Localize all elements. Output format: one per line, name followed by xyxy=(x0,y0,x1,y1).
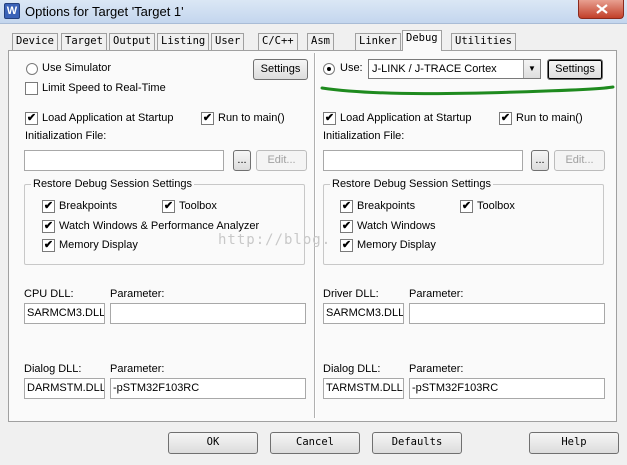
green-underline-annotation xyxy=(320,85,615,96)
left-restore-group-title: Restore Debug Session Settings xyxy=(31,178,194,190)
close-button[interactable] xyxy=(578,0,624,19)
right-browse-button[interactable]: ... xyxy=(531,150,549,171)
right-edit-button[interactable]: Edit... xyxy=(554,150,605,171)
left-init-file-input[interactable] xyxy=(24,150,224,171)
left-memory-checkbox[interactable]: ✔ xyxy=(42,239,55,252)
right-dialog-dll-input[interactable]: TARMSTM.DLL xyxy=(323,378,404,399)
tab-debug[interactable]: Debug xyxy=(402,30,442,51)
cpu-param-label: Parameter: xyxy=(110,288,165,300)
right-memory-label: Memory Display xyxy=(357,239,436,251)
simulator-settings-button[interactable]: Settings xyxy=(253,59,308,80)
left-watch-checkbox[interactable]: ✔ xyxy=(42,220,55,233)
left-dialog-dll-input[interactable]: DARMSTM.DLL xyxy=(24,378,105,399)
cpu-dll-input[interactable]: SARMCM3.DLL xyxy=(24,303,105,324)
left-dialog-param-label: Parameter: xyxy=(110,363,165,375)
right-dialog-param-input[interactable]: -pSTM32F103RC xyxy=(409,378,605,399)
left-toolbox-label: Toolbox xyxy=(179,200,217,212)
right-load-app-label: Load Application at Startup xyxy=(340,112,472,124)
right-dialog-param-label: Parameter: xyxy=(409,363,464,375)
left-run-to-main-label: Run to main() xyxy=(218,112,285,124)
driver-dll-input[interactable]: SARMCM3.DLL xyxy=(323,303,404,324)
tab-linker[interactable]: Linker xyxy=(355,33,401,50)
right-watch-label: Watch Windows xyxy=(357,220,436,232)
app-icon: W xyxy=(4,3,20,19)
cancel-button[interactable]: Cancel xyxy=(270,432,360,454)
help-button[interactable]: Help xyxy=(529,432,619,454)
right-watch-checkbox[interactable]: ✔ xyxy=(340,220,353,233)
right-run-to-main-label: Run to main() xyxy=(516,112,583,124)
left-load-app-label: Load Application at Startup xyxy=(42,112,174,124)
right-load-app-checkbox[interactable]: ✔ xyxy=(323,112,336,125)
right-restore-group-title: Restore Debug Session Settings xyxy=(330,178,493,190)
tab-output[interactable]: Output xyxy=(109,33,155,50)
use-simulator-label: Use Simulator xyxy=(42,62,112,74)
cpu-param-input[interactable] xyxy=(110,303,306,324)
limit-speed-checkbox[interactable] xyxy=(25,82,38,95)
left-load-app-checkbox[interactable]: ✔ xyxy=(25,112,38,125)
right-dialog-dll-label: Dialog DLL: xyxy=(323,363,381,375)
use-driver-radio[interactable] xyxy=(323,63,335,75)
right-run-to-main-checkbox[interactable]: ✔ xyxy=(499,112,512,125)
driver-dll-label: Driver DLL: xyxy=(323,288,379,300)
right-breakpoints-checkbox[interactable]: ✔ xyxy=(340,200,353,213)
tab-asm[interactable]: Asm xyxy=(307,33,334,50)
left-memory-label: Memory Display xyxy=(59,239,138,251)
close-icon xyxy=(596,4,608,14)
tab-c-cpp[interactable]: C/C++ xyxy=(258,33,298,50)
left-browse-button[interactable]: ... xyxy=(233,150,251,171)
driver-param-label: Parameter: xyxy=(409,288,464,300)
right-memory-checkbox[interactable]: ✔ xyxy=(340,239,353,252)
left-breakpoints-label: Breakpoints xyxy=(59,200,118,212)
tab-target[interactable]: Target xyxy=(61,33,107,50)
right-init-file-input[interactable] xyxy=(323,150,523,171)
driver-param-input[interactable] xyxy=(409,303,605,324)
right-init-file-label: Initialization File: xyxy=(323,130,405,142)
right-toolbox-label: Toolbox xyxy=(477,200,515,212)
left-dialog-param-input[interactable]: -pSTM32F103RC xyxy=(110,378,306,399)
debug-driver-value: J-LINK / J-TRACE Cortex xyxy=(372,63,497,75)
tab-utilities[interactable]: Utilities xyxy=(451,33,516,50)
left-edit-button[interactable]: Edit... xyxy=(256,150,307,171)
left-watch-label: Watch Windows & Performance Analyzer xyxy=(59,220,260,232)
left-run-to-main-checkbox[interactable]: ✔ xyxy=(201,112,214,125)
cpu-dll-label: CPU DLL: xyxy=(24,288,74,300)
left-toolbox-checkbox[interactable]: ✔ xyxy=(162,200,175,213)
left-init-file-label: Initialization File: xyxy=(25,130,107,142)
right-breakpoints-label: Breakpoints xyxy=(357,200,416,212)
defaults-button[interactable]: Defaults xyxy=(372,432,462,454)
use-simulator-radio[interactable] xyxy=(26,63,38,75)
ok-button[interactable]: OK xyxy=(168,432,258,454)
tab-device[interactable]: Device xyxy=(12,33,58,50)
right-toolbox-checkbox[interactable]: ✔ xyxy=(460,200,473,213)
left-breakpoints-checkbox[interactable]: ✔ xyxy=(42,200,55,213)
limit-speed-label: Limit Speed to Real-Time xyxy=(42,82,166,94)
window-title: Options for Target 'Target 1' xyxy=(25,4,184,19)
tab-user[interactable]: User xyxy=(211,33,245,50)
left-dialog-dll-label: Dialog DLL: xyxy=(24,363,82,375)
tab-listing[interactable]: Listing xyxy=(157,33,210,50)
use-driver-label: Use: xyxy=(340,62,363,74)
watermark-text: http://blog. xyxy=(218,232,332,248)
